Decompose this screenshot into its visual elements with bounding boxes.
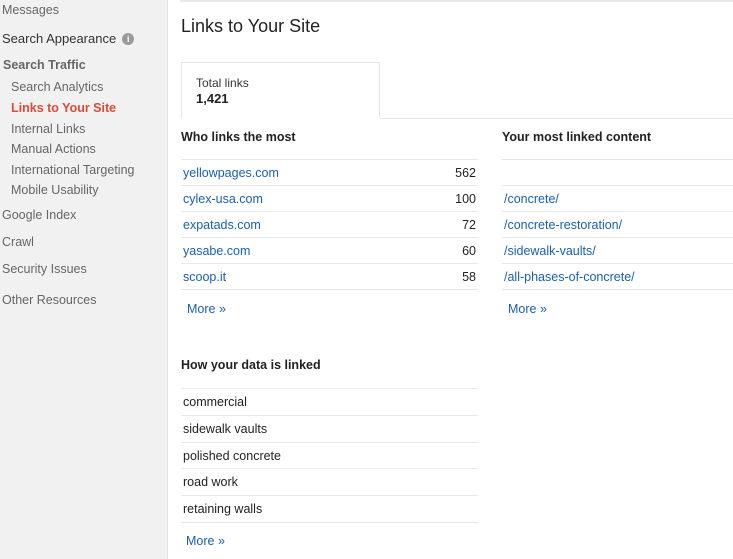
anchor-text: sidewalk vaults (183, 422, 268, 436)
how-linked-heading: How your data is linked (181, 358, 321, 372)
total-links-card: Total links 1,421 (181, 62, 380, 118)
nav-search-appearance[interactable]: Search Appearance i (2, 31, 135, 46)
linked-page-link[interactable]: /concrete-restoration/ (504, 218, 622, 232)
linked-page-link[interactable]: /all-phases-of-concrete/ (504, 270, 635, 284)
linking-domain-link[interactable]: expatads.com (183, 218, 261, 232)
nav-google-index[interactable]: Google Index (2, 208, 76, 222)
nav-messages[interactable]: Messages (2, 3, 59, 17)
nav-mobile-usability[interactable]: Mobile Usability (11, 183, 99, 197)
how-linked-more-link[interactable]: More » (186, 534, 225, 548)
list-item: polished concrete (181, 442, 478, 468)
list-top-divider (502, 159, 733, 160)
linking-domain-link[interactable]: scoop.it (183, 270, 226, 284)
who-links-more-link[interactable]: More » (187, 302, 226, 316)
nav-search-analytics[interactable]: Search Analytics (11, 80, 103, 94)
header-divider (380, 118, 733, 119)
table-row: expatads.com 72 (181, 211, 478, 237)
link-count: 562 (455, 166, 476, 180)
total-links-label: Total links (196, 76, 249, 90)
most-linked-heading: Your most linked content (502, 130, 652, 144)
list-item: /concrete-restoration/ (502, 211, 733, 237)
sidebar-nav: Messages Search Appearance i Search Traff… (0, 0, 168, 559)
nav-other-resources[interactable]: Other Resources (2, 293, 96, 307)
table-row: yasabe.com 60 (181, 237, 478, 263)
linked-page-link[interactable]: /sidewalk-vaults/ (504, 244, 596, 258)
list-item: sidewalk vaults (181, 415, 478, 442)
link-count: 100 (455, 192, 476, 206)
list-bottom-divider (502, 289, 733, 290)
most-linked-more-link[interactable]: More » (508, 302, 547, 316)
list-item: /sidewalk-vaults/ (502, 237, 733, 263)
page-title: Links to Your Site (181, 16, 321, 36)
linking-domain-link[interactable]: cylex-usa.com (183, 192, 263, 206)
nav-search-traffic[interactable]: Search Traffic (3, 58, 86, 72)
anchor-text: commercial (183, 395, 247, 409)
list-item: /all-phases-of-concrete/ (502, 263, 733, 289)
total-links-value: 1,421 (196, 91, 229, 106)
link-count: 72 (462, 218, 476, 232)
table-row: scoop.it 58 (181, 263, 478, 289)
nav-security-issues[interactable]: Security Issues (2, 262, 87, 276)
table-row: yellowpages.com 562 (181, 159, 478, 185)
anchor-text: road work (183, 475, 238, 489)
table-row: cylex-usa.com 100 (181, 185, 478, 211)
linking-domain-link[interactable]: yellowpages.com (183, 166, 279, 180)
nav-links-to-your-site[interactable]: Links to Your Site (11, 101, 116, 115)
link-count: 58 (462, 270, 476, 284)
list-item: retaining walls (181, 495, 478, 522)
top-divider (180, 0, 733, 2)
linking-domain-link[interactable]: yasabe.com (183, 244, 250, 258)
anchor-text: polished concrete (183, 449, 281, 463)
info-icon[interactable]: i (122, 33, 135, 45)
nav-internal-links[interactable]: Internal Links (11, 122, 85, 136)
link-count: 60 (462, 244, 476, 258)
list-bottom-divider (181, 522, 478, 523)
linked-page-link[interactable]: /concrete/ (504, 192, 559, 206)
nav-search-appearance-label: Search Appearance (2, 31, 117, 46)
nav-crawl[interactable]: Crawl (2, 235, 34, 249)
nav-manual-actions[interactable]: Manual Actions (11, 142, 96, 156)
list-item: road work (181, 468, 478, 495)
who-links-heading: Who links the most (181, 130, 296, 144)
nav-international-targeting[interactable]: International Targeting (11, 163, 134, 177)
list-bottom-divider (181, 289, 478, 290)
list-item: commercial (181, 388, 478, 415)
anchor-text: retaining walls (183, 502, 263, 516)
list-item: /concrete/ (502, 185, 733, 211)
